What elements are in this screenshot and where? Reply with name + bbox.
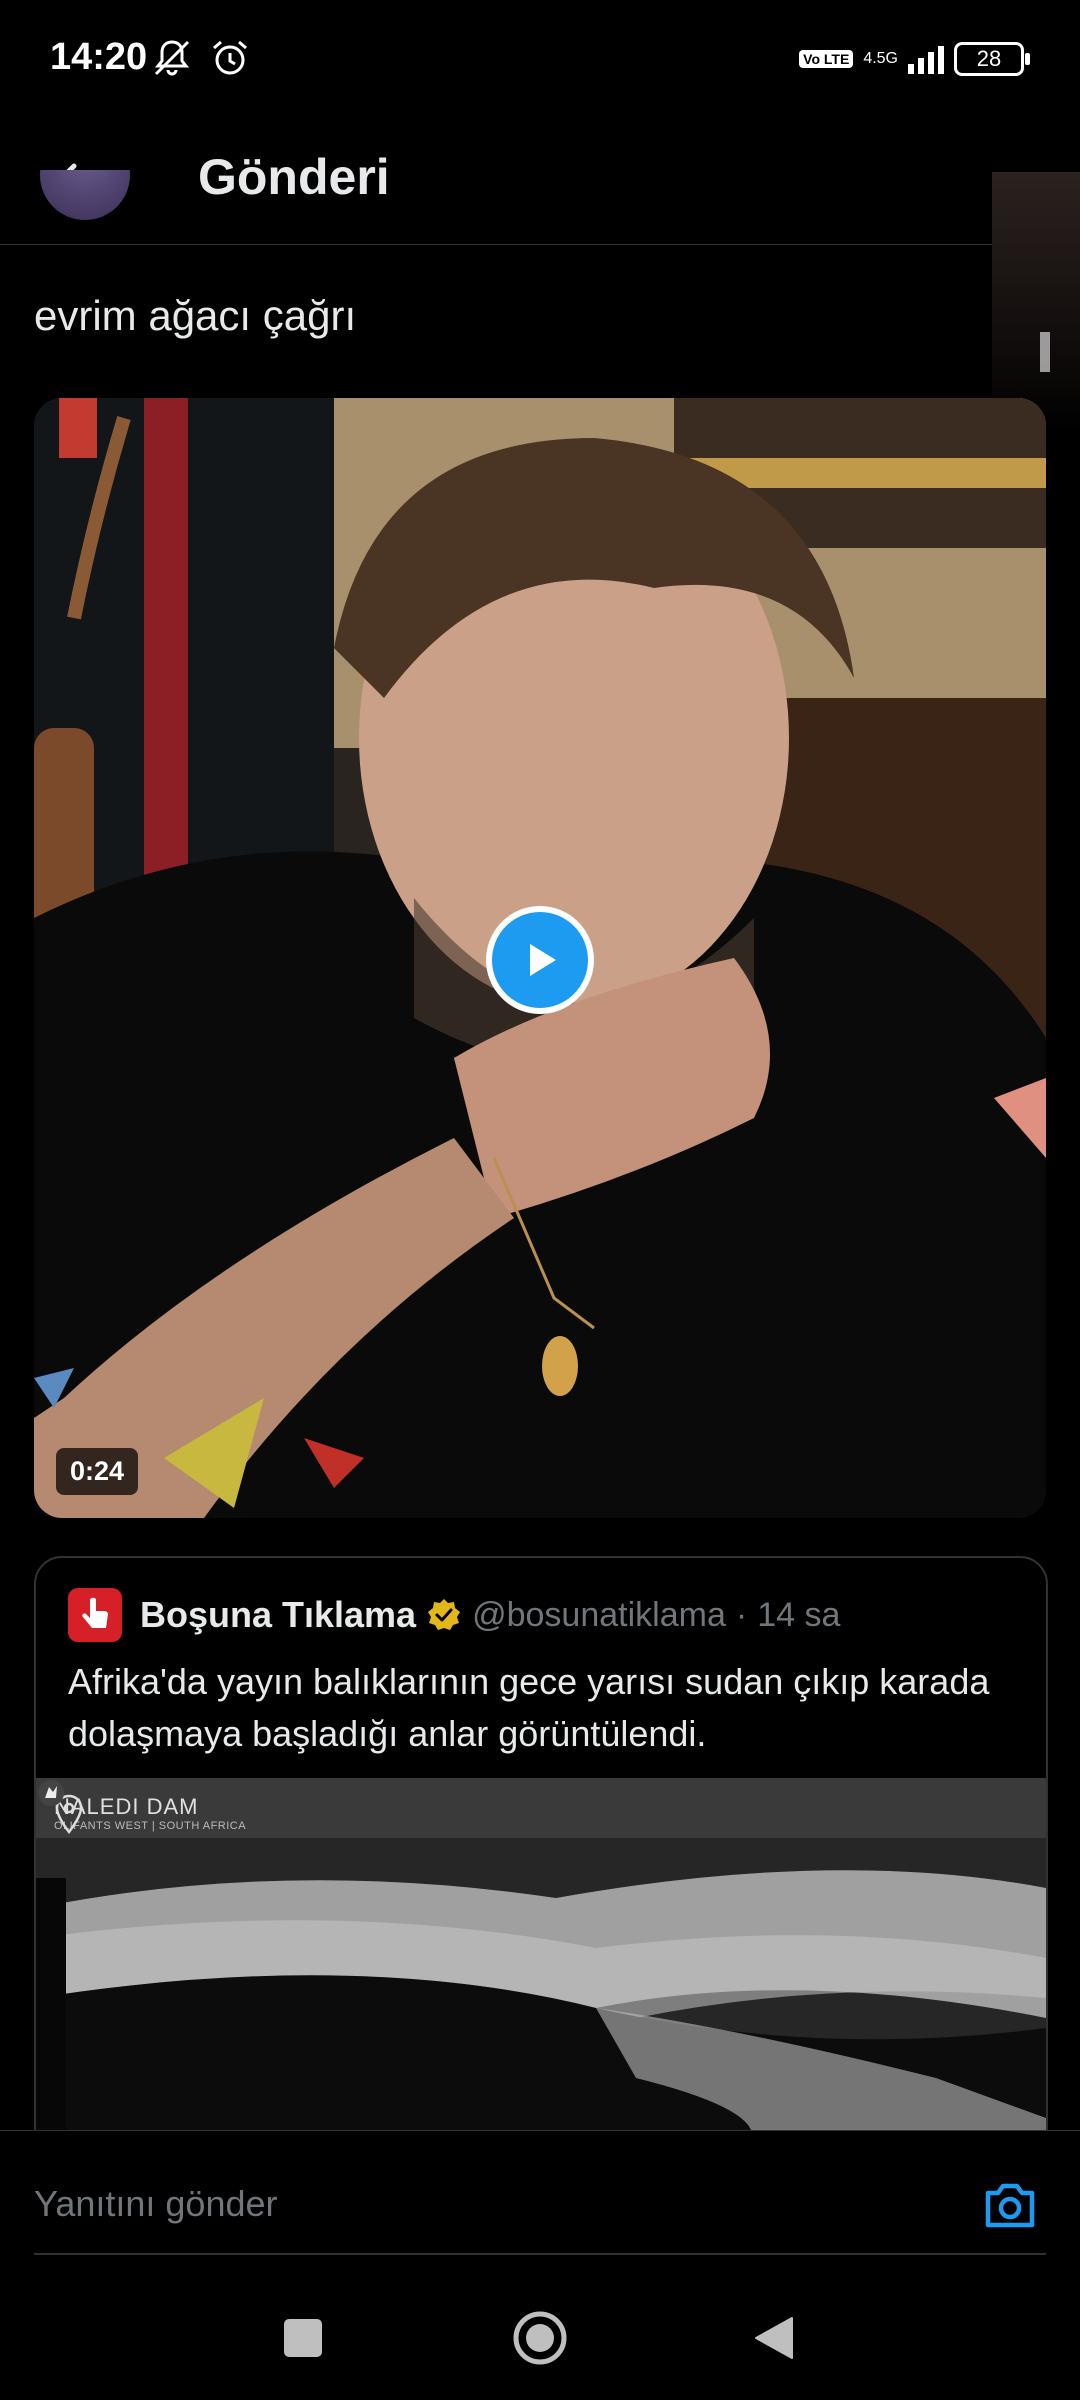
hand-pointer-icon [82, 1597, 108, 1628]
mute-icon [154, 40, 190, 76]
battery-icon: 28 [954, 42, 1030, 76]
alarm-icon [213, 40, 247, 75]
play-icon [530, 944, 556, 976]
page-title: Gönderi [198, 149, 390, 205]
mini-video-player[interactable] [992, 172, 1080, 432]
battery-level: 28 [976, 46, 1002, 71]
verified-badge-icon [428, 1599, 461, 1630]
home-button[interactable] [512, 2310, 568, 2366]
quoted-tweet[interactable]: Boşuna Tıklama @bosunatiklama · 14 sa Af… [34, 1556, 1048, 2160]
video-duration: 0:24 [56, 1448, 139, 1495]
system-nav-bar [0, 2300, 1080, 2400]
camera-icon[interactable] [980, 2175, 1040, 2235]
separator-dot: · [735, 1595, 748, 1634]
nav-back-button[interactable] [752, 2314, 796, 2362]
quote-avatar[interactable] [68, 1588, 122, 1642]
status-icons [150, 36, 252, 80]
quote-header: Boşuna Tıklama @bosunatiklama · 14 sa [68, 1588, 840, 1642]
play-button[interactable] [486, 906, 594, 1014]
quote-text: Afrika'da yayın balıklarının gece yarısı… [68, 1661, 990, 1754]
reply-underline [34, 2253, 1046, 2255]
quote-author-handle: @bosunatiklama [472, 1595, 726, 1634]
video-player[interactable]: 0:24 [34, 398, 1046, 1518]
author-avatar[interactable] [40, 170, 130, 265]
quote-author-name: Boşuna Tıklama [140, 1594, 417, 1635]
location-overlay: NALEDI DAM OLIFANTS WEST | SOUTH AFRICA [54, 1794, 246, 1834]
reply-bar: Yanıtını gönder [0, 2130, 1080, 2301]
status-time: 14:20 [50, 36, 148, 78]
status-bar: 14:20 Vo LTE 4.5G 28 [0, 0, 1080, 120]
network-type: 4.5G [863, 50, 898, 67]
signal-icon [908, 44, 944, 74]
quote-timestamp: 14 sa [757, 1595, 841, 1634]
reply-input[interactable]: Yanıtını gönder [34, 2183, 278, 2225]
volte-badge: Vo LTE [799, 50, 854, 68]
recents-button[interactable] [284, 2319, 322, 2357]
night-camera-image [36, 1778, 1046, 2158]
trail-camera-logo-icon [38, 1780, 64, 1806]
screen: 14:20 Vo LTE 4.5G 28 Gönderi evrim ağacı… [0, 0, 1080, 2400]
status-right: Vo LTE 4.5G 28 [799, 42, 1030, 76]
top-bar: Gönderi [0, 120, 1080, 245]
quote-media[interactable]: NALEDI DAM OLIFANTS WEST | SOUTH AFRICA [36, 1778, 1046, 2158]
tweet-text: evrim ağacı çağrı [34, 292, 357, 339]
